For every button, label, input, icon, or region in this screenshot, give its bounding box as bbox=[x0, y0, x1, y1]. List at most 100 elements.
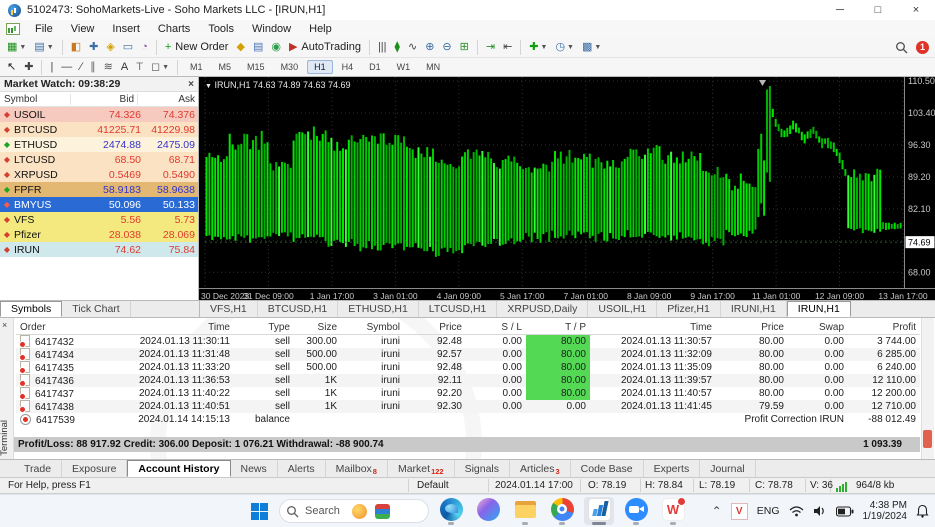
market-watch-row-usoil[interactable]: ◆USOIL74.32674.376 bbox=[0, 107, 198, 122]
timeframe-m5[interactable]: M5 bbox=[212, 60, 239, 74]
order-row[interactable]: 64174352024.01.13 11:33:20sell500.00irun… bbox=[16, 361, 920, 374]
chart-tab-ethusd-h1[interactable]: ETHUSD,H1 bbox=[338, 301, 419, 317]
battery-icon[interactable] bbox=[836, 506, 854, 517]
col-time[interactable]: Time bbox=[590, 320, 716, 335]
tab-alerts[interactable]: Alerts bbox=[278, 460, 326, 477]
price-chart[interactable]: 110.50103.4096.3089.2082.1068.0074.6930 … bbox=[199, 77, 935, 300]
candlesticks-button[interactable]: ⧫ bbox=[392, 39, 403, 56]
order-row[interactable]: 64174362024.01.13 11:36:53sell1Kiruni92.… bbox=[16, 374, 920, 387]
auto-scroll-button[interactable]: ⇥ bbox=[483, 39, 498, 56]
timeframe-mn[interactable]: MN bbox=[419, 60, 447, 74]
mw-col-symbol[interactable]: Symbol bbox=[0, 94, 70, 105]
tab-news[interactable]: News bbox=[231, 460, 278, 477]
wifi-icon[interactable] bbox=[789, 505, 804, 517]
print-button[interactable]: ▤ bbox=[250, 39, 266, 56]
notification-bell-icon[interactable] bbox=[916, 504, 929, 518]
tab-code-base[interactable]: Code Base bbox=[571, 460, 644, 477]
col-type[interactable]: Type bbox=[234, 320, 294, 335]
zoom-icon[interactable] bbox=[621, 498, 651, 525]
market-watch-header[interactable]: SymbolBidAsk bbox=[0, 92, 198, 107]
expert-advisors-button[interactable]: ◆ bbox=[233, 39, 247, 56]
channel-tool[interactable]: ∥ bbox=[87, 59, 99, 76]
label-tool[interactable]: T bbox=[133, 59, 146, 76]
menu-help[interactable]: Help bbox=[300, 22, 341, 36]
chart-tab-vfs-h1[interactable]: VFS,H1 bbox=[200, 301, 258, 317]
col-sl[interactable]: S / L bbox=[466, 320, 526, 335]
chart-tab-pfizer-h1[interactable]: Pfizer,H1 bbox=[657, 301, 721, 317]
clock[interactable]: 4:38 PM1/19/2024 bbox=[863, 500, 908, 522]
order-row[interactable]: 64174342024.01.13 11:31:48sell500.00irun… bbox=[16, 348, 920, 361]
market-watch-row-irun[interactable]: ◆IRUN74.6275.84 bbox=[0, 242, 198, 257]
order-row[interactable]: 64174322024.01.13 11:30:11sell300.00irun… bbox=[16, 335, 920, 349]
scrollbar-thumb[interactable] bbox=[923, 430, 932, 448]
cursor-tool[interactable]: ↖ bbox=[4, 59, 19, 76]
tab-signals[interactable]: Signals bbox=[455, 460, 510, 477]
chart-tab-usoil-h1[interactable]: USOIL,H1 bbox=[588, 301, 657, 317]
tab-trade[interactable]: Trade bbox=[14, 460, 62, 477]
navigator-toggle[interactable]: ◈ bbox=[103, 39, 117, 56]
line-chart-button[interactable]: ∿ bbox=[405, 39, 420, 56]
menu-tools[interactable]: Tools bbox=[199, 22, 243, 36]
market-watch-tab-tick-chart[interactable]: Tick Chart bbox=[62, 301, 130, 317]
mw-col-bid[interactable]: Bid bbox=[70, 94, 137, 105]
chart-tab-btcusd-h1[interactable]: BTCUSD,H1 bbox=[258, 301, 339, 317]
search-input[interactable]: Search bbox=[279, 499, 429, 523]
bar-chart-button[interactable]: ||| bbox=[375, 39, 390, 56]
tab-account-history[interactable]: Account History bbox=[127, 460, 230, 477]
chart-tab-xrpusd-daily[interactable]: XRPUSD,Daily bbox=[497, 301, 588, 317]
terminal-scrollbar[interactable] bbox=[921, 318, 934, 460]
mt5-icon[interactable] bbox=[584, 497, 614, 525]
sounds-button[interactable]: ◉ bbox=[268, 39, 284, 56]
order-row[interactable]: 64174372024.01.13 11:40:22sell1Kiruni92.… bbox=[16, 387, 920, 400]
trendline-tool[interactable]: ∕ bbox=[77, 59, 85, 76]
start-button[interactable] bbox=[246, 498, 272, 524]
autotrading-button[interactable]: ▶AutoTrading bbox=[286, 39, 364, 56]
market-watch-row-vfs[interactable]: ◆VFS5.565.73 bbox=[0, 212, 198, 227]
new-chart-button[interactable]: ▦▼ bbox=[4, 39, 29, 56]
col-profit[interactable]: Profit bbox=[848, 320, 920, 335]
market-watch-row-ethusd[interactable]: ◆ETHUSD2474.882475.09 bbox=[0, 137, 198, 152]
zoom-out-button[interactable]: ⊖ bbox=[439, 39, 454, 56]
periods-button[interactable]: ◷▼ bbox=[552, 39, 577, 56]
tab-journal[interactable]: Journal bbox=[700, 460, 755, 477]
shapes-tool[interactable]: ◻▼ bbox=[148, 59, 172, 76]
chart-shift-button[interactable]: ⇤ bbox=[500, 39, 515, 56]
market-watch-row-pfizer[interactable]: ◆Pfizer28.03828.069 bbox=[0, 227, 198, 242]
market-watch-close-icon[interactable]: × bbox=[188, 79, 194, 90]
maximize-button[interactable]: □ bbox=[859, 0, 897, 20]
order-row[interactable]: 64174382024.01.13 11:40:51sell1Kiruni92.… bbox=[16, 400, 920, 413]
profiles-button[interactable]: ▤▼ bbox=[31, 39, 56, 56]
market-watch-tab-symbols[interactable]: Symbols bbox=[0, 301, 62, 317]
timeframe-h4[interactable]: H4 bbox=[335, 60, 361, 74]
timeframe-m1[interactable]: M1 bbox=[183, 60, 210, 74]
col-time[interactable]: Time bbox=[116, 320, 234, 335]
col-order[interactable]: Order bbox=[16, 320, 116, 335]
col-symbol[interactable]: Symbol bbox=[341, 320, 404, 335]
menu-view[interactable]: View bbox=[62, 22, 104, 36]
zoom-in-button[interactable]: ⊕ bbox=[422, 39, 437, 56]
toolbox-toggle[interactable]: ▭ bbox=[120, 39, 136, 56]
v-tray-icon[interactable]: V bbox=[731, 503, 748, 520]
tab-market[interactable]: Market122 bbox=[388, 460, 455, 477]
tab-articles[interactable]: Articles3 bbox=[510, 460, 571, 477]
search-icon[interactable] bbox=[895, 41, 908, 54]
timeframe-m30[interactable]: M30 bbox=[274, 60, 306, 74]
crosshair-tool[interactable]: ✚ bbox=[21, 59, 36, 76]
text-tool[interactable]: A bbox=[118, 59, 131, 76]
col-tp[interactable]: T / P bbox=[526, 320, 590, 335]
fibonacci-tool[interactable]: ≋ bbox=[101, 59, 116, 76]
menu-window[interactable]: Window bbox=[243, 22, 300, 36]
strategy-tester-toggle[interactable]: ◔ bbox=[138, 39, 151, 56]
language-indicator[interactable]: ENG bbox=[757, 505, 780, 517]
templates-button[interactable]: ▩▼ bbox=[579, 39, 604, 56]
tab-experts[interactable]: Experts bbox=[644, 460, 701, 477]
chart-tab-ltcusd-h1[interactable]: LTCUSD,H1 bbox=[419, 301, 498, 317]
timeframe-m15[interactable]: M15 bbox=[240, 60, 272, 74]
tab-exposure[interactable]: Exposure bbox=[62, 460, 127, 477]
close-button[interactable]: × bbox=[897, 0, 935, 20]
profile-selector[interactable]: Default bbox=[417, 480, 449, 491]
col-size[interactable]: Size bbox=[294, 320, 341, 335]
timeframe-h1[interactable]: H1 bbox=[307, 60, 333, 74]
menu-file[interactable]: File bbox=[26, 22, 62, 36]
mw-col-ask[interactable]: Ask bbox=[137, 94, 198, 105]
